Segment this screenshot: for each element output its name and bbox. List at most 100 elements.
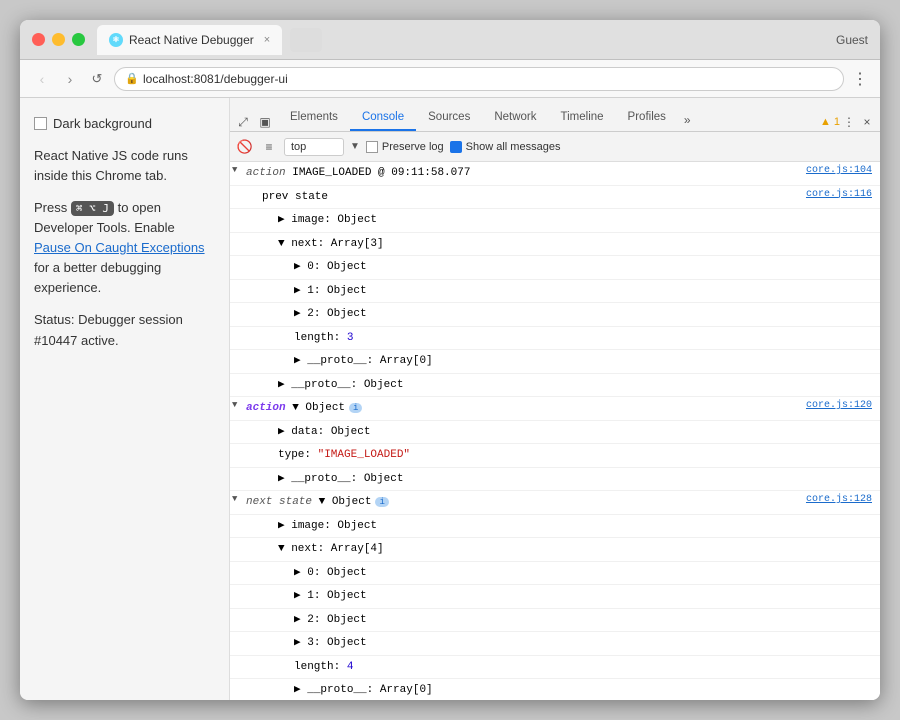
table-row[interactable]: ▼action IMAGE_LOADED @ 09:11:58.077core.… [230, 162, 880, 186]
browser-window: ⚛ React Native Debugger × Guest ‹ › ↺ 🔒 … [20, 20, 880, 700]
expand-toggle[interactable] [230, 444, 246, 450]
table-row[interactable]: ▼next state ▼ Objecticore.js:128 [230, 491, 880, 515]
entry-source[interactable]: core.js:116 [798, 186, 880, 203]
table-row[interactable]: ▶ 1: Object [230, 280, 880, 304]
table-row[interactable]: ▶ 0: Object [230, 562, 880, 586]
expand-toggle[interactable]: ▼ [230, 162, 246, 178]
reload-button[interactable]: ↺ [88, 70, 106, 88]
table-row[interactable]: ▶ 0: Object [230, 256, 880, 280]
expand-toggle[interactable] [230, 350, 246, 356]
dark-bg-checkbox[interactable] [34, 117, 47, 130]
table-row[interactable]: ▶ image: Object [230, 515, 880, 539]
tab-network[interactable]: Network [482, 105, 548, 131]
console-filter-arrow[interactable]: ▼ [350, 141, 360, 152]
warnings-badge[interactable]: ▲ 1 [820, 116, 840, 128]
table-row[interactable]: ▶ __proto__: Array[0] [230, 679, 880, 700]
table-row[interactable]: ▶ __proto__: Object [230, 374, 880, 398]
tab-sources[interactable]: Sources [416, 105, 482, 131]
expand-toggle[interactable] [230, 468, 246, 474]
tab-elements[interactable]: Elements [278, 105, 350, 131]
expand-toggle[interactable]: ▼ [230, 491, 246, 507]
url-text: localhost:8081/debugger-ui [143, 72, 288, 86]
devtools-tab-icons: ⤢ ▣ [234, 113, 274, 131]
show-all-label[interactable]: Show all messages [450, 141, 561, 153]
console-clear-button[interactable]: 🚫 [236, 138, 254, 156]
tab-close-icon[interactable]: × [264, 34, 270, 46]
window-controls [32, 33, 85, 46]
tab-bar: ⚛ React Native Debugger × [97, 25, 836, 55]
expand-toggle[interactable] [230, 421, 246, 427]
table-row[interactable]: length: 3 [230, 327, 880, 351]
expand-toggle[interactable] [230, 609, 246, 615]
entry-body: ▶ 1: Object [246, 585, 880, 608]
lock-icon: 🔒 [125, 72, 139, 85]
table-row[interactable]: ▶ 2: Object [230, 303, 880, 327]
dark-bg-label-text: Dark background [53, 114, 152, 134]
expand-toggle[interactable]: ▼ [230, 397, 246, 413]
entry-body: ▶ __proto__: Array[0] [246, 350, 880, 373]
show-all-checkbox[interactable] [450, 141, 462, 153]
expand-toggle[interactable] [230, 209, 246, 215]
for-better-text: for a better debugging experience. [34, 260, 161, 295]
active-tab[interactable]: ⚛ React Native Debugger × [97, 25, 282, 55]
expand-toggle[interactable] [230, 632, 246, 638]
expand-toggle[interactable] [230, 256, 246, 262]
table-row[interactable]: prev statecore.js:116 [230, 186, 880, 210]
expand-toggle[interactable] [230, 303, 246, 309]
minimize-button[interactable] [52, 33, 65, 46]
console-filter-input[interactable] [284, 138, 344, 156]
entry-source[interactable]: core.js:120 [798, 397, 880, 414]
forward-button[interactable]: › [60, 69, 80, 89]
table-row[interactable]: ▶ 1: Object [230, 585, 880, 609]
devtools-panel: ⤢ ▣ Elements Console Sources Network Tim… [230, 98, 880, 700]
expand-toggle[interactable] [230, 679, 246, 685]
devtools-menu-icon[interactable]: ⋮ [840, 113, 858, 131]
more-tabs-button[interactable]: » [678, 109, 697, 131]
preserve-log-checkbox[interactable] [366, 141, 378, 153]
table-row[interactable]: ▼action ▼ Objecticore.js:120 [230, 397, 880, 421]
main-content: Dark background React Native JS code run… [20, 98, 880, 700]
table-row[interactable]: ▶ __proto__: Array[0] [230, 350, 880, 374]
url-bar[interactable]: 🔒 localhost:8081/debugger-ui [114, 67, 844, 91]
table-row[interactable]: ▼ next: Array[4] [230, 538, 880, 562]
devtools-device-icon[interactable]: ▣ [256, 113, 274, 131]
table-row[interactable]: ▶ 2: Object [230, 609, 880, 633]
expand-toggle[interactable] [230, 327, 246, 333]
entry-source[interactable]: core.js:128 [798, 491, 880, 508]
devtools-tabs: ⤢ ▣ Elements Console Sources Network Tim… [230, 98, 880, 132]
table-row[interactable]: ▶ data: Object [230, 421, 880, 445]
devtools-cursor-icon[interactable]: ⤢ [234, 113, 252, 131]
table-row[interactable]: ▶ image: Object [230, 209, 880, 233]
tab-profiles[interactable]: Profiles [616, 105, 678, 131]
expand-toggle[interactable] [230, 656, 246, 662]
devtools-close-icon[interactable]: × [858, 113, 876, 131]
expand-toggle[interactable] [230, 562, 246, 568]
dark-bg-toggle[interactable]: Dark background [34, 114, 215, 134]
expand-toggle[interactable] [230, 585, 246, 591]
table-row[interactable]: type: "IMAGE_LOADED" [230, 444, 880, 468]
expand-toggle[interactable] [230, 233, 246, 239]
expand-toggle[interactable] [230, 374, 246, 380]
entry-body: ▶ data: Object [246, 421, 880, 444]
table-row[interactable]: ▶ __proto__: Object [230, 468, 880, 492]
expand-toggle[interactable] [230, 515, 246, 521]
tab-console[interactable]: Console [350, 105, 416, 131]
table-row[interactable]: ▶ 3: Object [230, 632, 880, 656]
table-row[interactable]: ▼ next: Array[3] [230, 233, 880, 257]
table-row[interactable]: length: 4 [230, 656, 880, 680]
entry-source[interactable]: core.js:104 [798, 162, 880, 179]
maximize-button[interactable] [72, 33, 85, 46]
tab-timeline[interactable]: Timeline [549, 105, 616, 131]
browser-menu-button[interactable]: ⋮ [852, 69, 868, 89]
entry-body: action IMAGE_LOADED @ 09:11:58.077 [246, 162, 798, 185]
close-button[interactable] [32, 33, 45, 46]
expand-toggle[interactable] [230, 186, 246, 192]
preserve-log-label[interactable]: Preserve log [366, 141, 444, 153]
status-text: Status: Debugger session #10447 active. [34, 310, 215, 350]
guest-label: Guest [836, 33, 868, 47]
expand-toggle[interactable] [230, 280, 246, 286]
expand-toggle[interactable] [230, 538, 246, 544]
back-button[interactable]: ‹ [32, 69, 52, 89]
pause-caught-link[interactable]: Pause On Caught Exceptions [34, 240, 205, 255]
console-filter-icon[interactable]: ≡ [260, 138, 278, 156]
